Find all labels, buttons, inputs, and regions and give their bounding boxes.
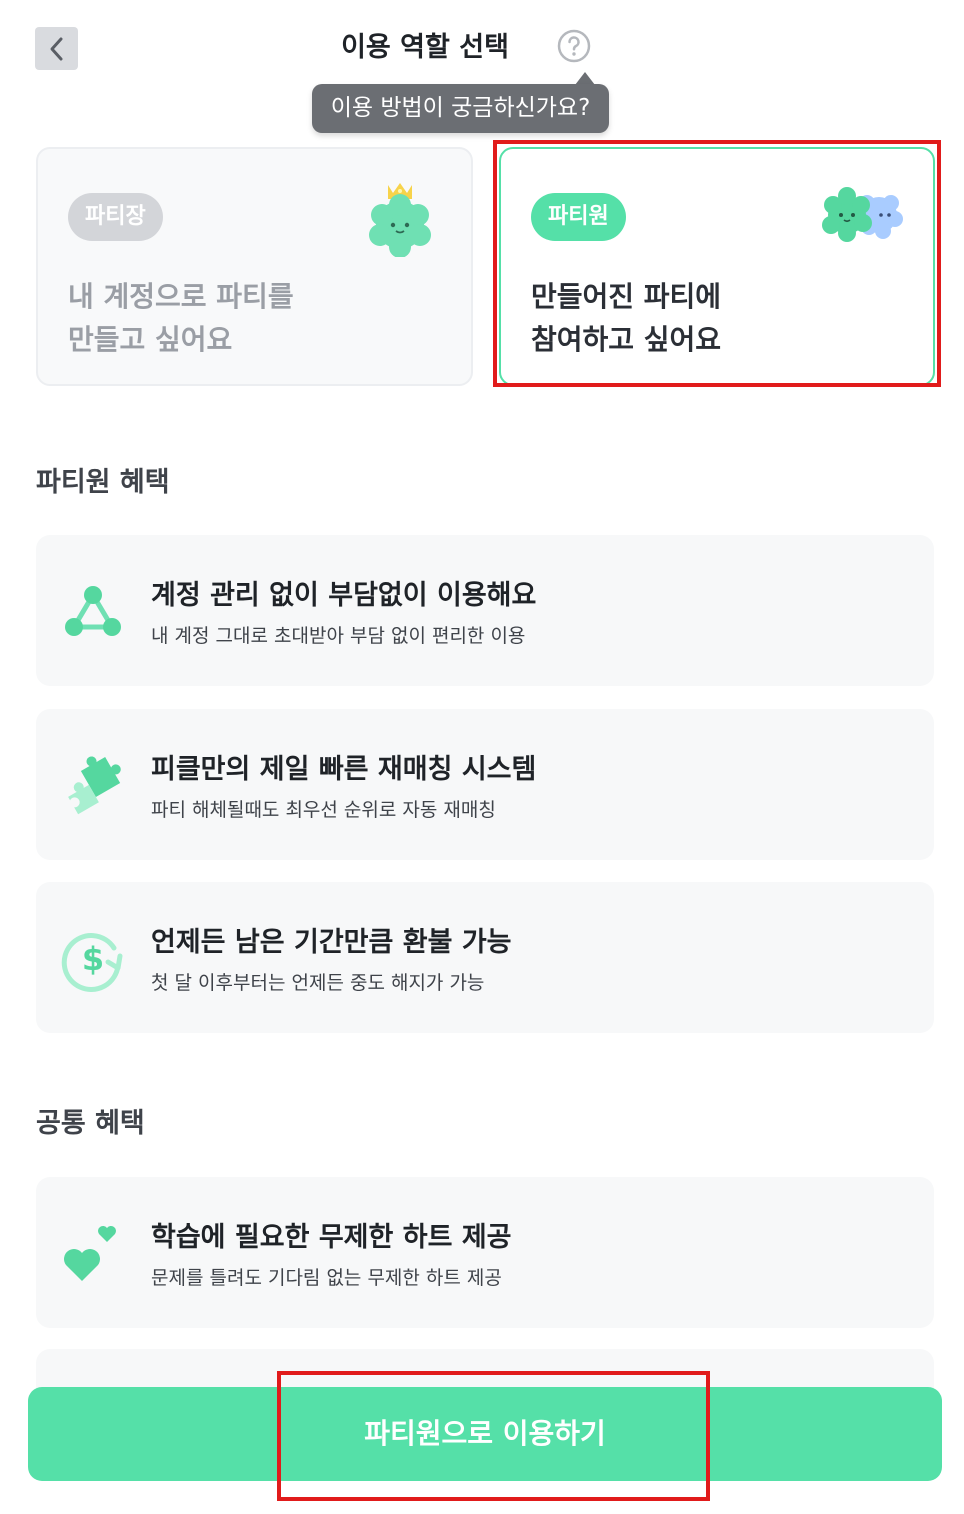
section-title-common-benefits: 공통 혜택 — [36, 1108, 145, 1139]
benefit-title: 계정 관리 없이 부담없이 이용해요 — [151, 580, 537, 611]
benefit-card: 피클만의 제일 빠른 재매칭 시스템 파티 해체될때도 최우선 순위로 자동 재… — [36, 709, 934, 860]
two-mascots-icon — [822, 187, 903, 242]
dollar-refund-icon: $ — [61, 933, 123, 992]
role-description: 만들어진 파티에 참여하고 싶어요 — [531, 280, 722, 356]
page-title: 이용 역할 선택 — [341, 32, 509, 63]
benefit-card: 학습에 필요한 무제한 하트 제공 문제를 틀려도 기다림 없는 무제한 하트 … — [36, 1177, 934, 1328]
back-button[interactable] — [35, 27, 78, 70]
join-as-member-button[interactable]: 파티원으로 이용하기 — [28, 1387, 942, 1481]
hearts-icon — [64, 1226, 116, 1281]
chevron-left-icon — [50, 37, 62, 60]
benefit-description: 내 계정 그대로 초대받아 부담 없이 편리한 이용 — [151, 625, 526, 647]
benefit-description: 첫 달 이후부터는 언제든 중도 해지가 가능 — [151, 972, 485, 994]
section-title-member-benefits: 파티원 혜택 — [36, 467, 170, 498]
puzzle-pieces-icon — [68, 756, 121, 815]
svg-text:$: $ — [82, 940, 104, 978]
role-badge: 파티원 — [531, 193, 626, 241]
benefit-title: 언제든 남은 기간만큼 환불 가능 — [151, 927, 512, 958]
benefit-description: 문제를 틀려도 기다림 없는 무제한 하트 제공 — [151, 1267, 502, 1289]
role-description: 내 계정으로 파티를 만들고 싶어요 — [68, 280, 294, 356]
benefit-card: 계정 관리 없이 부담없이 이용해요 내 계정 그대로 초대받아 부담 없이 편… — [36, 535, 934, 686]
help-tooltip[interactable]: 이용 방법이 궁금하신가요? — [312, 84, 609, 133]
role-card-party-leader[interactable]: 파티장 내 계정으로 파티를 만들고 싶어요 — [36, 147, 473, 386]
benefit-title: 피클만의 제일 빠른 재매칭 시스템 — [151, 754, 537, 785]
role-card-party-member[interactable]: 파티원 만들어진 파티에 참여하고 싶어요 — [499, 147, 935, 386]
benefit-description: 파티 해체될때도 최우선 순위로 자동 재매칭 — [151, 799, 496, 821]
benefit-title: 학습에 필요한 무제한 하트 제공 — [151, 1222, 512, 1253]
benefit-card: $ 언제든 남은 기간만큼 환불 가능 첫 달 이후부터는 언제든 중도 해지가… — [36, 882, 934, 1033]
role-badge: 파티장 — [68, 193, 163, 241]
network-nodes-icon — [65, 586, 121, 636]
crowned-mascot-icon — [369, 183, 431, 257]
question-circle-icon[interactable] — [557, 29, 591, 63]
